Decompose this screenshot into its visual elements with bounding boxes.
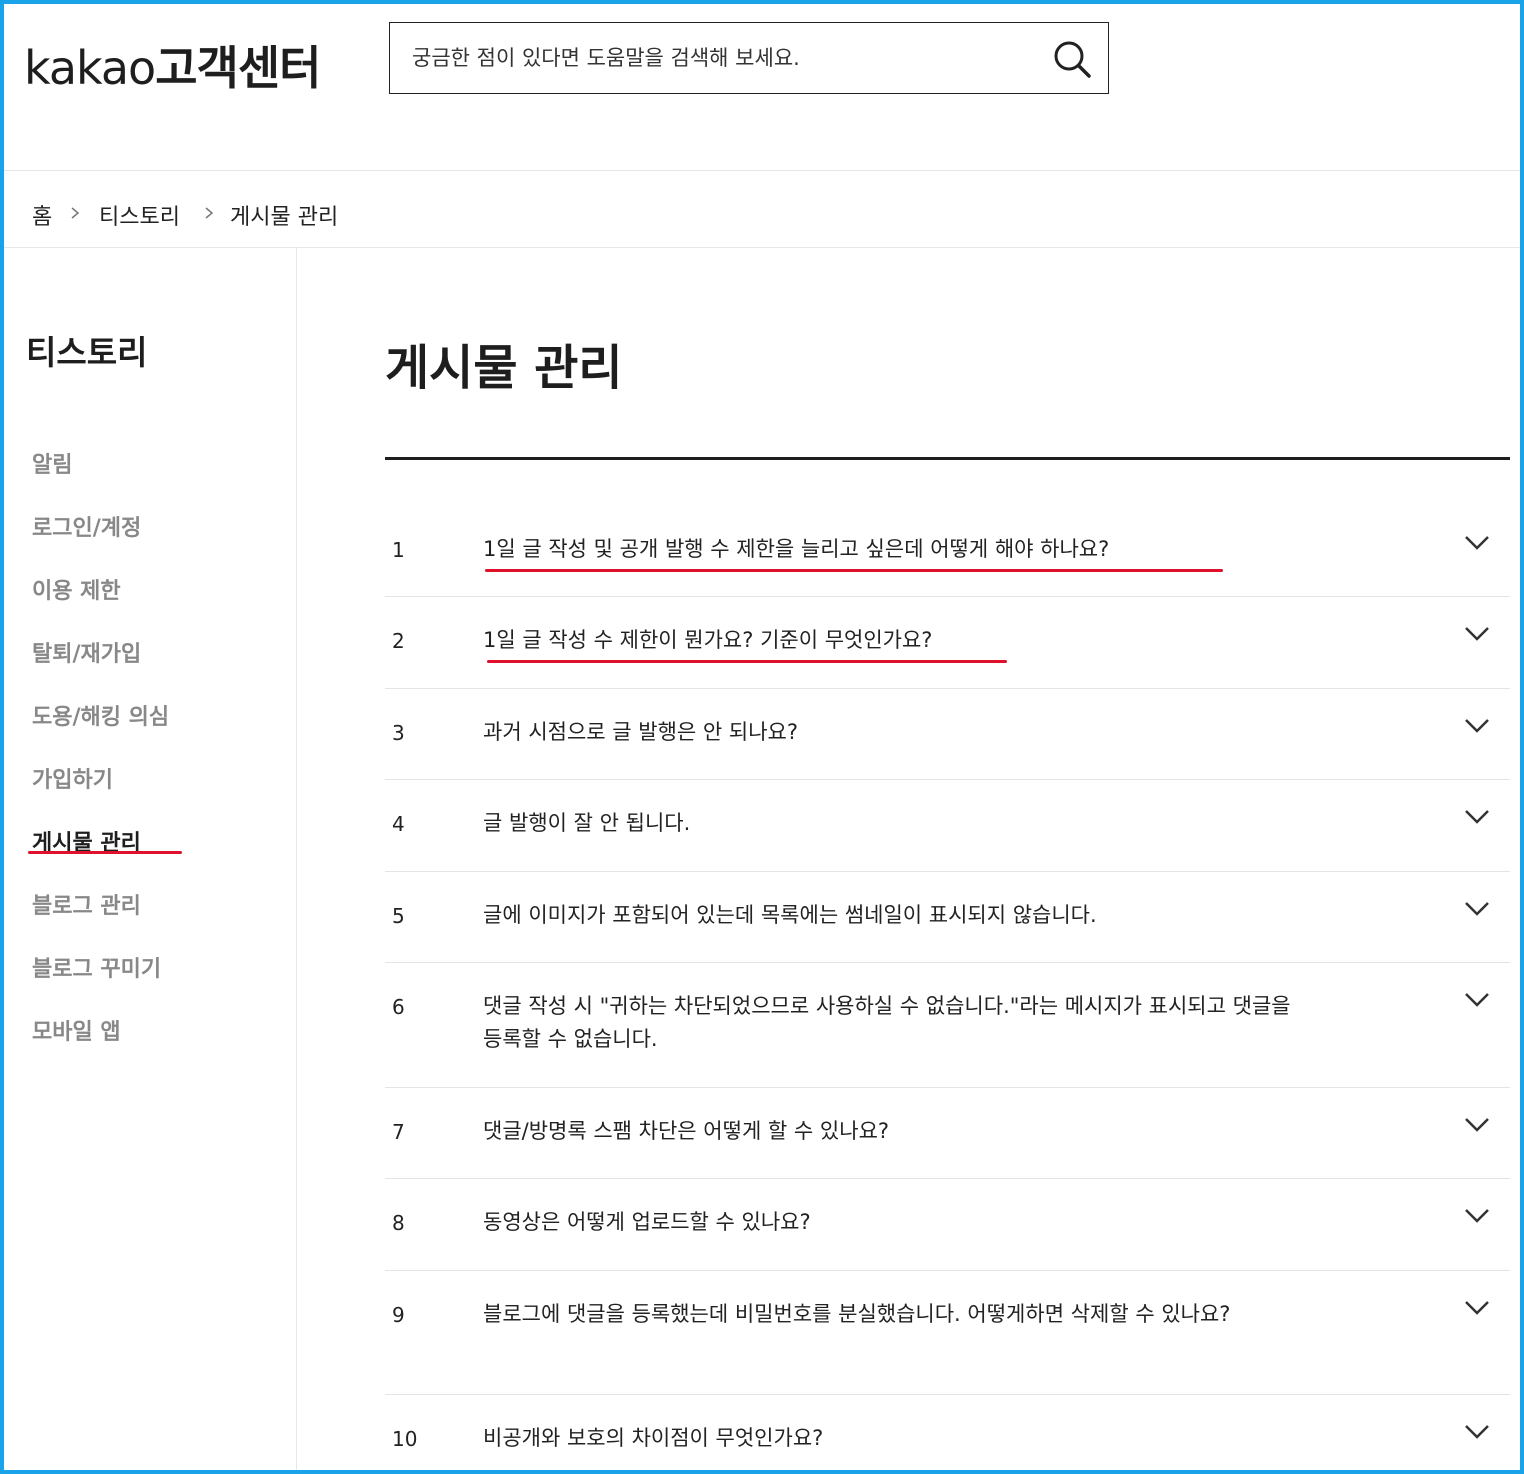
- search-icon[interactable]: [1052, 39, 1092, 79]
- breadcrumb: 홈 티스토리 게시물 관리: [4, 171, 1520, 248]
- page-title: 게시물 관리: [385, 340, 623, 396]
- faq-question: 글 발행이 잘 안 됩니다.: [483, 811, 691, 835]
- faq-question: 글에 이미지가 포함되어 있는데 목록에는 썸네일이 표시되지 않습니다.: [483, 903, 1097, 927]
- sidebar-item-restriction[interactable]: 이용 제한: [32, 573, 121, 605]
- sidebar-item-hacking[interactable]: 도용/해킹 의심: [32, 699, 169, 731]
- sidebar-item-withdraw-rejoin[interactable]: 탈퇴/재가입: [32, 636, 141, 668]
- faq-number: 2: [392, 629, 405, 653]
- faq-item[interactable]: 4 글 발행이 잘 안 됩니다.: [385, 780, 1510, 872]
- breadcrumb-tistory[interactable]: 티스토리: [99, 199, 180, 231]
- faq-question: 1일 글 작성 수 제한이 뭔가요? 기준이 무엇인가요?: [483, 628, 933, 652]
- faq-item[interactable]: 8 동영상은 어떻게 업로드할 수 있나요?: [385, 1179, 1510, 1271]
- faq-question: 과거 시점으로 글 발행은 안 되나요?: [483, 720, 799, 744]
- chevron-down-icon[interactable]: [1464, 626, 1490, 642]
- site-header: kakao고객센터: [4, 4, 1520, 171]
- faq-number: 1: [392, 538, 405, 562]
- chevron-down-icon[interactable]: [1464, 1300, 1490, 1316]
- faq-item[interactable]: 2 1일 글 작성 수 제한이 뭔가요? 기준이 무엇인가요?: [385, 597, 1510, 689]
- kakao-logo[interactable]: kakao고객센터: [24, 32, 321, 98]
- annotation-underline: [487, 660, 1007, 663]
- faq-question: 댓글/방명록 스팸 차단은 어떻게 할 수 있나요?: [483, 1119, 890, 1143]
- faq-question: 1일 글 작성 및 공개 발행 수 제한을 늘리고 싶은데 어떻게 해야 하나요…: [483, 537, 1110, 561]
- faq-question: 블로그에 댓글을 등록했는데 비밀번호를 분실했습니다. 어떻게하면 삭제할 수…: [483, 1302, 1231, 1326]
- chevron-down-icon[interactable]: [1464, 901, 1490, 917]
- faq-question: 동영상은 어떻게 업로드할 수 있나요?: [483, 1210, 811, 1234]
- breadcrumb-home[interactable]: 홈: [32, 199, 52, 231]
- faq-item[interactable]: 10 비공개와 보호의 차이점이 무엇인가요?: [385, 1395, 1510, 1470]
- faq-question: 댓글 작성 시 "귀하는 차단되었으므로 사용하실 수 없습니다."라는 메시지…: [483, 994, 1291, 1051]
- sidebar-item-mobile-app[interactable]: 모바일 앱: [32, 1014, 121, 1046]
- chevron-down-icon[interactable]: [1464, 992, 1490, 1008]
- faq-item[interactable]: 9 블로그에 댓글을 등록했는데 비밀번호를 분실했습니다. 어떻게하면 삭제할…: [385, 1271, 1510, 1395]
- faq-number: 10: [392, 1427, 418, 1451]
- chevron-right-icon: [71, 207, 80, 219]
- sidebar-item-signup[interactable]: 가입하기: [32, 762, 113, 794]
- breadcrumb-current[interactable]: 게시물 관리: [230, 199, 338, 231]
- faq-number: 4: [392, 812, 405, 836]
- sidebar-item-login-account[interactable]: 로그인/계정: [32, 510, 141, 542]
- chevron-down-icon[interactable]: [1464, 809, 1490, 825]
- logo-text: 고객센터: [155, 41, 321, 95]
- faq-item[interactable]: 7 댓글/방명록 스팸 차단은 어떻게 할 수 있나요?: [385, 1088, 1510, 1179]
- chevron-down-icon[interactable]: [1464, 1208, 1490, 1224]
- sidebar-title: 티스토리: [26, 333, 148, 372]
- faq-number: 9: [392, 1303, 405, 1327]
- main-content: 게시물 관리 1 1일 글 작성 및 공개 발행 수 제한을 늘리고 싶은데 어…: [297, 248, 1520, 1470]
- faq-item[interactable]: 1 1일 글 작성 및 공개 발행 수 제한을 늘리고 싶은데 어떻게 해야 하…: [385, 506, 1510, 597]
- annotation-underline: [485, 569, 1223, 572]
- chevron-down-icon[interactable]: [1464, 535, 1490, 551]
- faq-question: 비공개와 보호의 차이점이 무엇인가요?: [483, 1426, 824, 1450]
- faq-number: 8: [392, 1211, 405, 1235]
- search-input[interactable]: [412, 23, 1032, 93]
- faq-number: 3: [392, 721, 405, 745]
- logo-brand: kakao: [24, 41, 156, 95]
- faq-item[interactable]: 5 글에 이미지가 포함되어 있는데 목록에는 썸네일이 표시되지 않습니다.: [385, 872, 1510, 963]
- sidebar-item-blog-decoration[interactable]: 블로그 꾸미기: [32, 951, 161, 983]
- search-box: [389, 22, 1109, 94]
- faq-number: 7: [392, 1120, 405, 1144]
- chevron-down-icon[interactable]: [1464, 718, 1490, 734]
- sidebar: 티스토리 알림 로그인/계정 이용 제한 탈퇴/재가입 도용/해킹 의심 가입하…: [4, 248, 297, 1470]
- faq-item[interactable]: 6 댓글 작성 시 "귀하는 차단되었으므로 사용하실 수 없습니다."라는 메…: [385, 963, 1510, 1088]
- sidebar-item-blog-management[interactable]: 블로그 관리: [32, 888, 141, 920]
- title-divider: [385, 457, 1510, 460]
- faq-number: 6: [392, 995, 405, 1019]
- chevron-down-icon[interactable]: [1464, 1117, 1490, 1133]
- chevron-right-icon: [205, 207, 214, 219]
- chevron-down-icon[interactable]: [1464, 1424, 1490, 1440]
- faq-item[interactable]: 3 과거 시점으로 글 발행은 안 되나요?: [385, 689, 1510, 780]
- faq-number: 5: [392, 904, 405, 928]
- sidebar-item-notice[interactable]: 알림: [32, 447, 72, 479]
- annotation-underline: [28, 851, 182, 854]
